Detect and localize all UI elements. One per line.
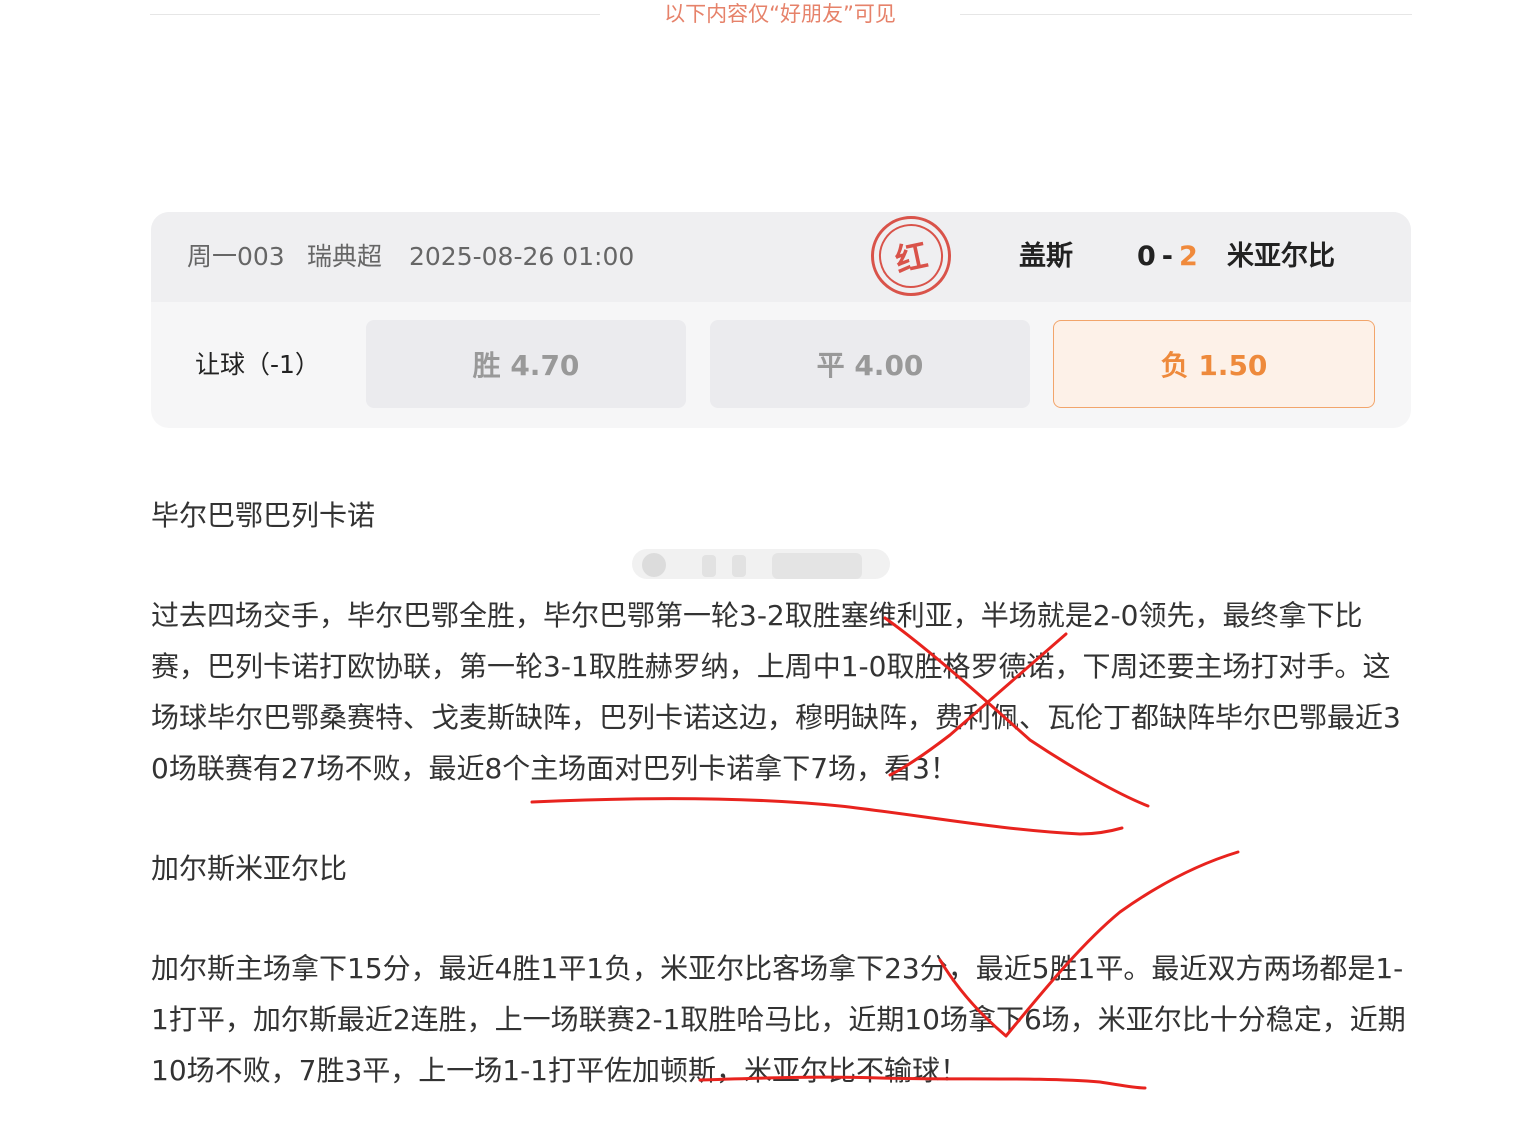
home-score: 0 xyxy=(1137,241,1156,272)
odds-draw-button[interactable]: 平 4.00 xyxy=(710,320,1030,408)
friends-only-divider: 以下内容仅“好朋友”可见 xyxy=(150,0,1412,30)
result-stamp-text: 红 xyxy=(873,218,949,294)
underline-bilbao xyxy=(530,797,1124,836)
result-stamp-icon: 红 xyxy=(871,216,951,296)
paragraph-gais-analysis: 加尔斯主场拿下15分，最近4胜1平1负，米亚尔比客场拿下23分，最近5胜1平。最… xyxy=(151,952,1406,1087)
away-team: 米亚尔比 xyxy=(1227,241,1335,272)
section-title-bilbao: 毕尔巴鄂巴列卡诺 xyxy=(151,499,376,532)
match-score: 0-2 xyxy=(1137,212,1198,302)
paragraph-bilbao-analysis: 过去四场交手，毕尔巴鄂全胜，毕尔巴鄂第一轮3-2取胜塞维利亚，半场就是2-0领先… xyxy=(151,599,1401,785)
away-score: 2 xyxy=(1179,241,1198,272)
odds-win-button[interactable]: 胜 4.70 xyxy=(366,320,686,408)
friends-only-notice: 以下内容仅“好朋友”可见 xyxy=(664,2,896,26)
odds-lose-button-selected[interactable]: 负 1.50 xyxy=(1053,320,1375,408)
divider-line-left xyxy=(150,14,600,15)
match-code: 周一003 xyxy=(187,242,285,271)
blurred-watermark xyxy=(632,549,890,579)
divider-line-right xyxy=(960,14,1412,15)
section-title-gais: 加尔斯米亚尔比 xyxy=(151,852,348,885)
match-card[interactable]: 周一003 瑞典超 2025-08-26 01:00 红 盖斯 0-2 米亚尔比… xyxy=(151,212,1411,428)
match-datetime: 2025-08-26 01:00 xyxy=(409,242,635,271)
handicap-label: 让球（-1） xyxy=(195,350,320,379)
league-name: 瑞典超 xyxy=(307,242,383,271)
match-header: 周一003 瑞典超 2025-08-26 01:00 红 盖斯 0-2 米亚尔比 xyxy=(151,212,1411,302)
score-separator: - xyxy=(1161,241,1174,272)
home-team: 盖斯 xyxy=(1019,241,1073,272)
